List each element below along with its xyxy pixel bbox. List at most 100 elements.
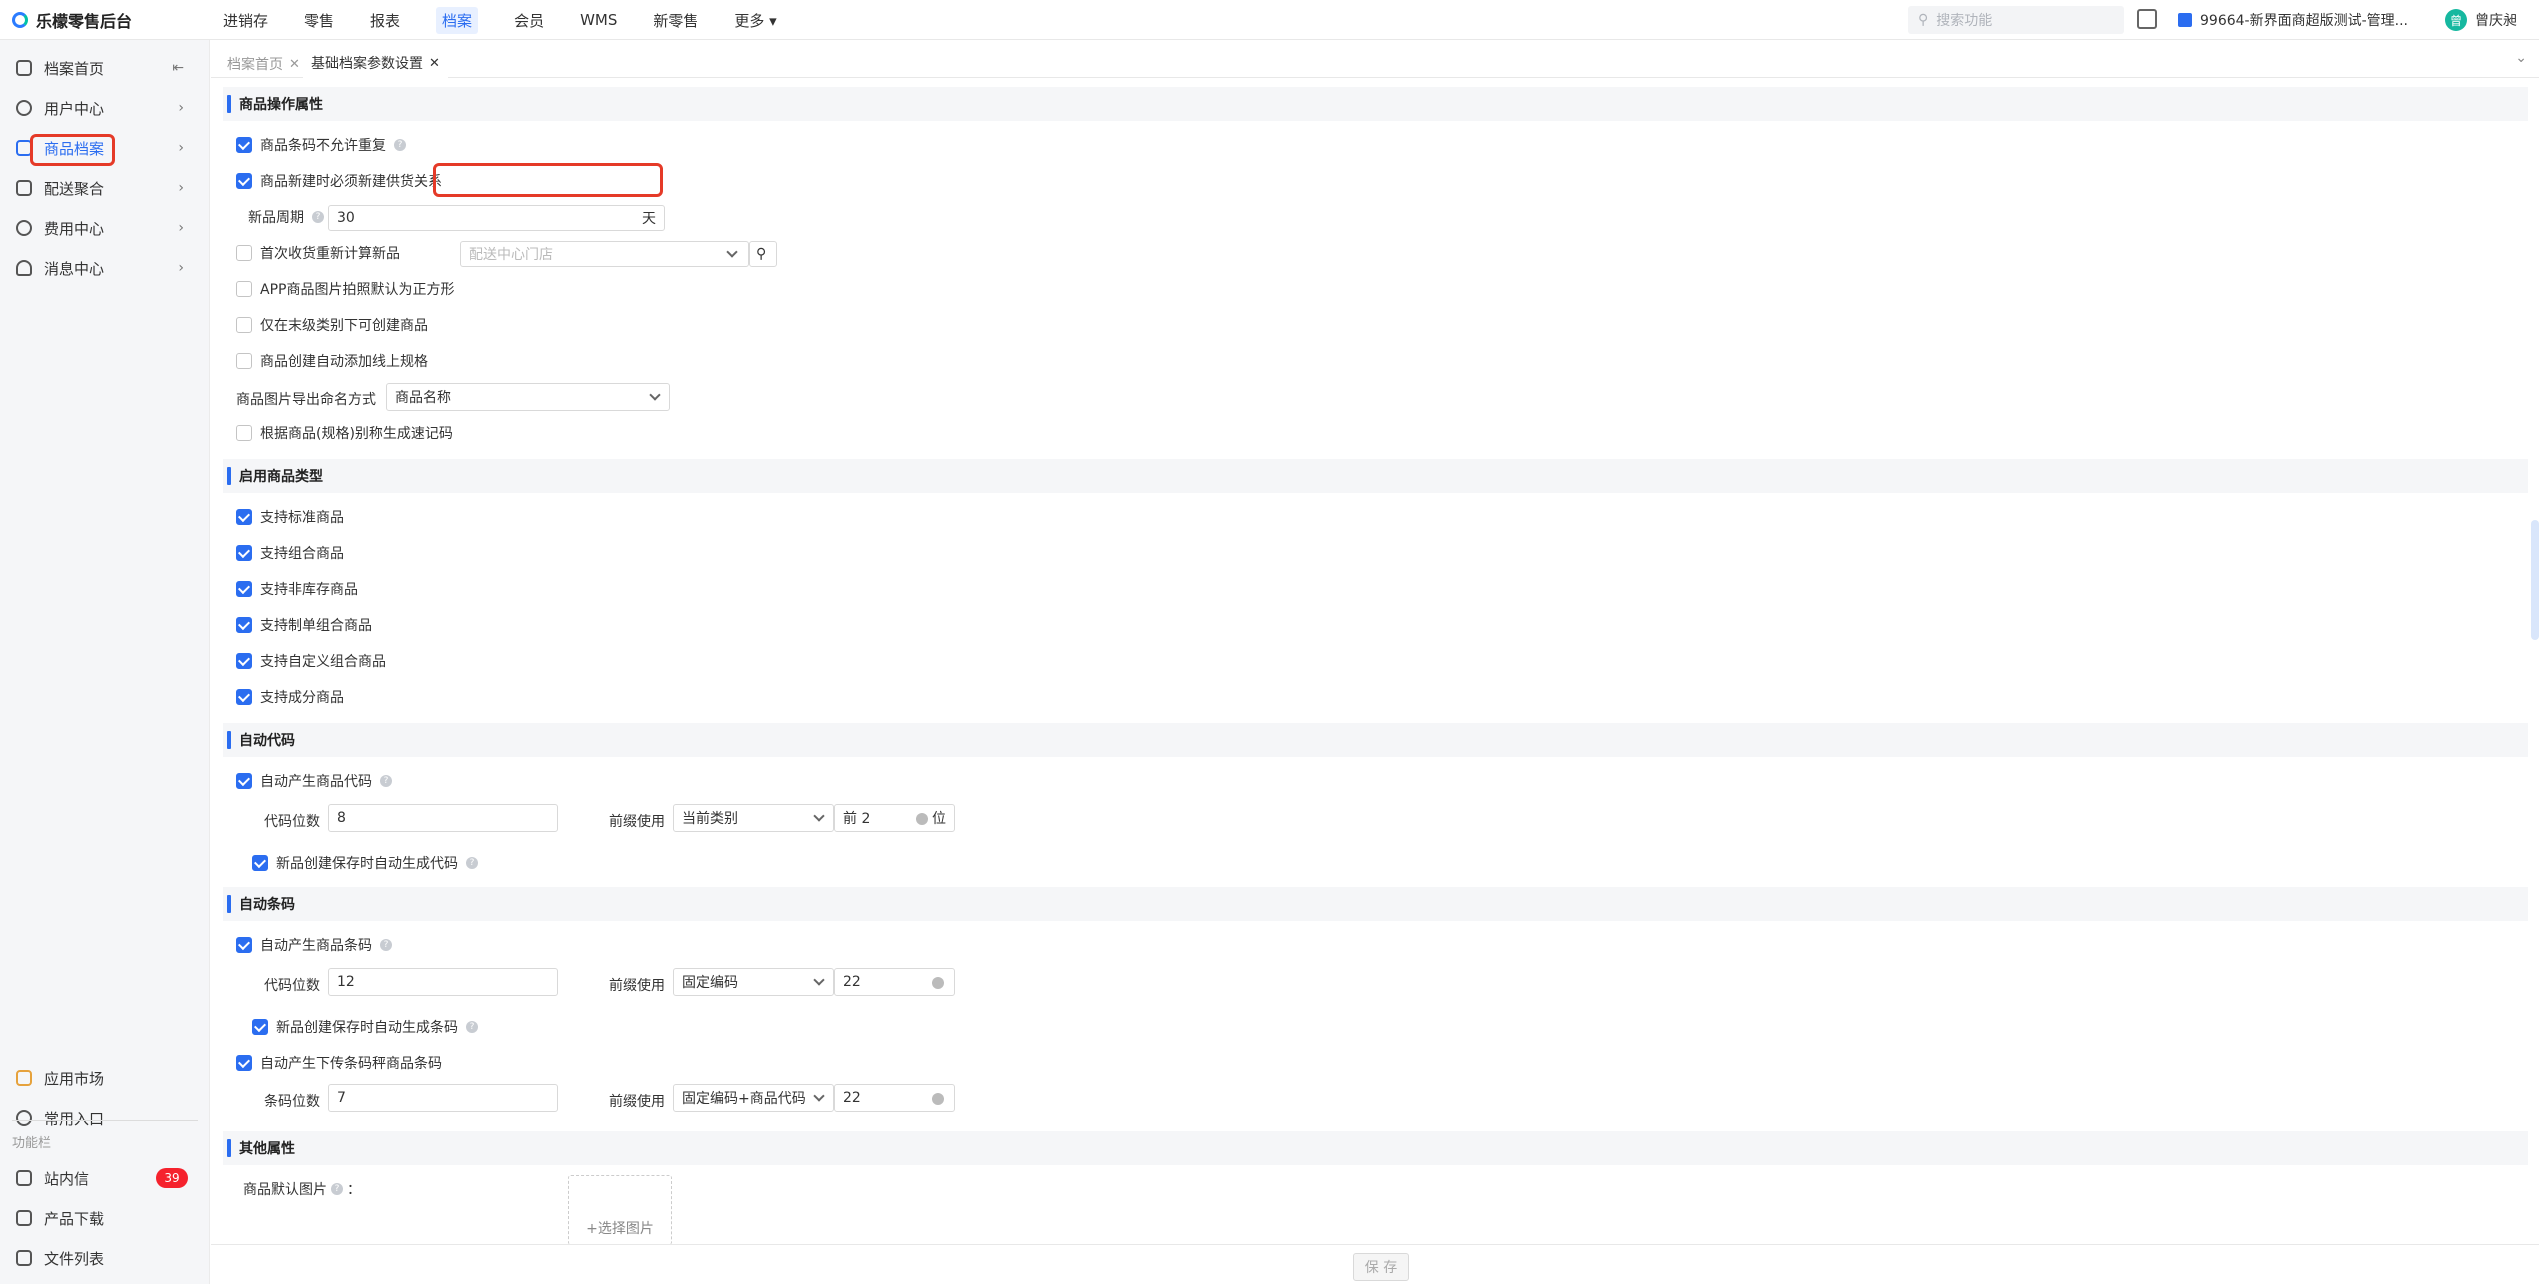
checkbox-order-combo-goods[interactable] [236, 617, 252, 633]
help-icon[interactable]: ? [466, 857, 478, 869]
dc-store-search-button[interactable]: ⚲ [749, 241, 777, 267]
checkbox-code-auto-on-save[interactable] [252, 855, 268, 871]
scrollbar[interactable] [2531, 520, 2539, 640]
option-ingredient-goods: 支持成分商品 [236, 687, 344, 707]
code-prefix-label: 前缀使用 [609, 814, 665, 830]
brand-logo-icon [12, 12, 28, 28]
printer-icon[interactable] [2137, 9, 2157, 29]
top-nav-item-new-retail[interactable]: 新零售 [635, 0, 716, 40]
sidebar-item-archive-home[interactable]: 档案首页 ⇤ [0, 48, 210, 88]
sidebar-item-delivery[interactable]: 配送聚合 › [0, 168, 210, 208]
sidebar-item-user-center[interactable]: 用户中心 › [0, 88, 210, 128]
close-icon[interactable]: ✕ [429, 56, 440, 71]
checkbox-auto-spec[interactable] [236, 353, 252, 369]
search-box[interactable]: ⚲ 搜索功能 [1908, 6, 2124, 34]
help-icon[interactable]: ? [394, 139, 406, 151]
help-icon[interactable]: ? [380, 775, 392, 787]
func-bar-label: 功能栏 [12, 1136, 52, 1151]
top-nav-item-retail[interactable]: 零售 [286, 0, 352, 40]
option-first-receive: 首次收货重新计算新品 [236, 243, 400, 263]
tab-archive-home[interactable]: 档案首页 ✕ [219, 50, 308, 78]
close-icon[interactable]: ✕ [289, 57, 300, 72]
code-prefix-select[interactable]: 当前类别 [673, 804, 834, 832]
section-title-other-attrs: 其他属性 [223, 1131, 2528, 1165]
store-selector[interactable]: 99664-新界面商超版测试-管理... [2178, 0, 2408, 40]
bell-icon [16, 260, 32, 276]
choose-image-button[interactable]: +选择图片 [568, 1175, 672, 1245]
new-period-input[interactable]: 30 天 [328, 205, 665, 231]
checkbox-leaf-only[interactable] [236, 317, 252, 333]
checkbox-first-receive[interactable] [236, 245, 252, 261]
chevron-down-icon[interactable]: ⌄ [2515, 50, 2527, 66]
checkbox-app-square[interactable] [236, 281, 252, 297]
top-nav-item-jxc[interactable]: 进销存 [205, 0, 286, 40]
avatar: 曾 [2445, 9, 2467, 31]
chevron-right-icon: › [178, 260, 184, 276]
clear-icon[interactable] [932, 977, 944, 989]
top-bar: 乐檬零售后台 进销存 零售 报表 档案 会员 WMS 新零售 更多 ▾ ⚲ 搜索… [0, 0, 2539, 40]
checkbox-scale-barcode[interactable] [236, 1055, 252, 1071]
help-icon[interactable]: ? [380, 939, 392, 951]
checkbox-gen-code-by-alias[interactable] [236, 425, 252, 441]
top-nav-item-more[interactable]: 更多 ▾ [716, 0, 794, 40]
sidebar-divider [12, 1120, 198, 1121]
checkbox-ingredient-goods[interactable] [236, 689, 252, 705]
checkbox-non-stock-goods[interactable] [236, 581, 252, 597]
sidebar-item-fee-center[interactable]: 费用中心 › [0, 208, 210, 248]
option-gen-code-by-alias: 根据商品(规格)别称生成速记码 [236, 423, 453, 443]
checkbox-standard-goods[interactable] [236, 509, 252, 525]
chevron-right-icon: › [178, 100, 184, 116]
barcode-prefix-label: 前缀使用 [609, 978, 665, 994]
help-icon[interactable]: ? [331, 1183, 343, 1195]
option-non-stock-goods: 支持非库存商品 [236, 579, 358, 599]
checkbox-barcode-auto-on-save[interactable] [252, 1019, 268, 1035]
option-order-combo-goods: 支持制单组合商品 [236, 615, 372, 635]
code-prefix-length-input[interactable]: 前 2 位 [834, 804, 955, 832]
download-icon [16, 1210, 32, 1226]
clear-icon[interactable] [932, 1093, 944, 1105]
default-img-label-row: 商品默认图片 ? ： [243, 1182, 361, 1198]
top-nav-item-member[interactable]: 会员 [496, 0, 562, 40]
checkbox-barcode-unique[interactable] [236, 137, 252, 153]
scale-barcode-digits-input[interactable]: 7 [328, 1084, 558, 1112]
tab-basic-archive-settings[interactable]: 基础档案参数设置 ✕ [303, 50, 448, 78]
sidebar: 档案首页 ⇤ 用户中心 › 商品档案 › 配送聚合 › 费用中心 › 消息中心 … [0, 40, 210, 1284]
barcode-prefix-select[interactable]: 固定编码 [673, 968, 834, 996]
barcode-prefix-code-input[interactable]: 22 [834, 968, 955, 996]
sidebar-item-file-list[interactable]: 文件列表 [0, 1238, 210, 1278]
help-icon[interactable]: ? [466, 1021, 478, 1033]
barcode-digits-input[interactable]: 12 [328, 968, 558, 996]
code-digits-input[interactable]: 8 [328, 804, 558, 832]
user-menu[interactable]: 曾 曾庆昶 [2445, 0, 2517, 40]
save-button[interactable]: 保 存 [1353, 1253, 1409, 1281]
settings-content: 商品操作属性 商品条码不允许重复 ? 商品新建时必须新建供货关系 新品周期 ? … [211, 78, 2539, 1245]
option-leaf-only: 仅在末级类别下可创建商品 [236, 315, 428, 335]
top-nav-item-archive[interactable]: 档案 [418, 0, 496, 40]
checkbox-auto-barcode[interactable] [236, 937, 252, 953]
clear-icon[interactable] [916, 813, 928, 825]
help-icon[interactable]: ? [312, 211, 324, 223]
scale-barcode-prefix-select[interactable]: 固定编码+商品代码 [673, 1084, 834, 1112]
highlight-box-goods-archive [30, 134, 115, 166]
checkbox-custom-combo-goods[interactable] [236, 653, 252, 669]
top-nav-item-report[interactable]: 报表 [352, 0, 418, 40]
option-standard-goods: 支持标准商品 [236, 507, 344, 527]
checkbox-auto-code[interactable] [236, 773, 252, 789]
section-title-auto-code: 自动代码 [223, 723, 2528, 757]
brand[interactable]: 乐檬零售后台 [12, 0, 132, 40]
chevron-right-icon: › [178, 140, 184, 156]
chevron-down-icon [813, 810, 825, 822]
sidebar-item-message-center[interactable]: 消息中心 › [0, 248, 210, 288]
dc-store-select[interactable]: 配送中心门店 [460, 241, 749, 267]
top-nav-item-wms[interactable]: WMS [562, 0, 635, 40]
sidebar-item-app-market[interactable]: 应用市场 [0, 1058, 210, 1098]
mail-icon [16, 1170, 32, 1186]
collapse-icon[interactable]: ⇤ [172, 60, 184, 76]
checkbox-combo-goods[interactable] [236, 545, 252, 561]
sidebar-item-download[interactable]: 产品下载 [0, 1198, 210, 1238]
inbox-count-badge: 39 [156, 1168, 188, 1188]
checkbox-new-require-supplier[interactable] [236, 173, 252, 189]
scale-barcode-prefix-code-input[interactable]: 22 [834, 1084, 955, 1112]
img-export-select[interactable]: 商品名称 [386, 383, 670, 411]
option-barcode-unique: 商品条码不允许重复 ? [236, 135, 406, 155]
